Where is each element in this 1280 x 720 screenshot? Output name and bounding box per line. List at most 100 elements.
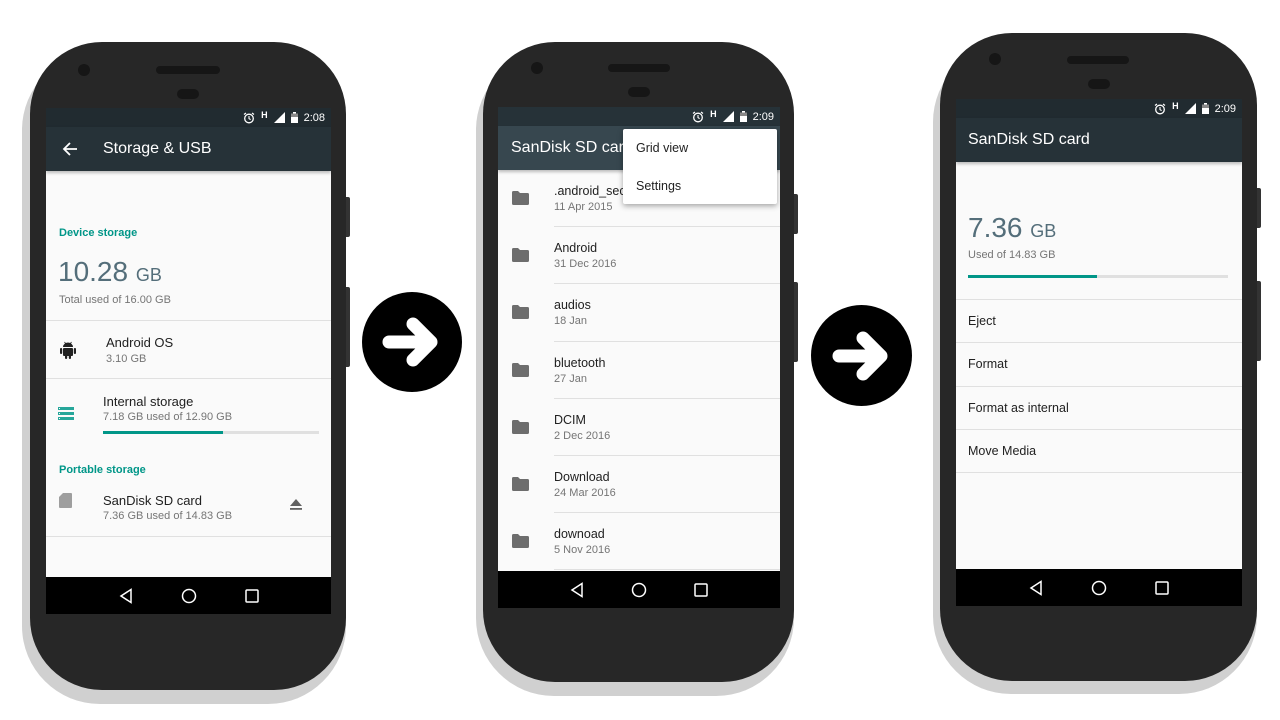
screen-sd-card-settings: H 2:09 SanDisk SD card 7.36 GB Used of 1… [956, 99, 1242, 606]
folder-date: 24 Mar 2016 [554, 487, 616, 499]
alarm-icon [1154, 103, 1166, 114]
nav-home-button[interactable] [627, 578, 651, 602]
folder-name: Android [554, 241, 598, 256]
circle-home-icon [1091, 580, 1107, 595]
nav-back-button[interactable] [565, 578, 589, 602]
nav-back-button[interactable] [114, 584, 138, 608]
triangle-back-icon [570, 581, 583, 598]
eject-button[interactable] [286, 494, 306, 514]
phone-3: H 2:09 SanDisk SD card 7.36 GB Used of 1… [940, 33, 1261, 681]
eject-icon [290, 499, 302, 510]
action-item[interactable]: Eject [956, 300, 1242, 344]
earpiece-speaker [608, 64, 670, 72]
overflow-menu: Grid view Settings [623, 129, 777, 204]
proximity-sensor [1088, 79, 1110, 89]
transition-arrow-1 [362, 292, 462, 392]
page-title: Storage & USB [103, 140, 212, 157]
action-item[interactable]: Move Media [956, 430, 1242, 474]
power-button[interactable] [346, 197, 350, 237]
device-used-value: 10.28 GB [58, 256, 162, 287]
volume-button[interactable] [1257, 281, 1261, 361]
list-item-sd-card[interactable]: SanDisk SD card 7.36 GB used of 14.83 GB [46, 482, 331, 536]
item-subtitle: 7.18 GB used of 12.90 GB [103, 411, 233, 423]
circle-home-icon [631, 582, 647, 597]
folder-icon [512, 191, 529, 205]
list-item-internal-storage[interactable]: Internal storage 7.18 GB used of 12.90 G… [46, 379, 331, 449]
folder-name: downoad [554, 527, 605, 542]
clock: 2:09 [1214, 102, 1236, 115]
power-button[interactable] [1257, 188, 1261, 228]
list-item-android-os[interactable]: Android OS 3.10 GB [46, 321, 331, 378]
network-type: H [261, 110, 268, 120]
alarm-icon [243, 112, 255, 123]
network-type: H [1172, 101, 1179, 111]
item-title: Android OS [106, 335, 174, 350]
screen-sd-card-files: H 2:09 SanDisk SD card Grid view Setting… [498, 107, 780, 608]
folder-name: bluetooth [554, 355, 606, 370]
signal-icon [1184, 103, 1196, 114]
action-item[interactable]: Format as internal [956, 387, 1242, 430]
square-recents-icon [244, 588, 259, 603]
folder-row[interactable]: Android 31 Dec 2016 [498, 227, 780, 285]
clock: 2:09 [752, 110, 774, 123]
status-bar: H 2:09 [956, 99, 1242, 118]
power-button[interactable] [794, 194, 798, 234]
folder-icon [512, 534, 529, 549]
item-title: Internal storage [103, 394, 194, 409]
section-device-storage: Device storage [59, 227, 138, 239]
folder-row[interactable]: bluetooth 27 Jan [498, 342, 780, 399]
device-total-text: Total used of 16.00 GB [59, 294, 171, 306]
nav-home-button[interactable] [177, 584, 201, 608]
app-bar: SanDisk SD card [956, 118, 1242, 162]
item-title: SanDisk SD card [103, 493, 202, 508]
front-camera [78, 64, 90, 76]
nav-home-button[interactable] [1087, 576, 1111, 600]
arrow-right-icon [382, 317, 438, 367]
nav-recents-button[interactable] [240, 584, 264, 608]
folder-name: Download [554, 470, 610, 484]
alarm-icon [692, 111, 704, 122]
status-bar: H 2:08 [46, 108, 331, 127]
storage-list-icon [58, 407, 74, 420]
screen-storage-usb: H 2:08 Storage & USB Device storage 10.2… [46, 108, 331, 614]
action-item[interactable]: Format [956, 343, 1242, 387]
volume-button[interactable] [794, 282, 798, 362]
phone-1: H 2:08 Storage & USB Device storage 10.2… [30, 42, 350, 690]
folder-row[interactable]: DCIM 2 Dec 2016 [498, 399, 780, 456]
folder-row[interactable]: Download 24 Mar 2016 [498, 456, 780, 514]
square-recents-icon [1155, 580, 1170, 595]
nav-back-button[interactable] [1024, 576, 1048, 600]
item-subtitle: 7.36 GB used of 14.83 GB [103, 510, 233, 522]
action-label: Format [968, 357, 1008, 372]
signal-icon [273, 112, 285, 123]
android-icon [60, 341, 76, 359]
arrow-right-icon [832, 331, 887, 380]
status-bar: H 2:09 [498, 107, 780, 126]
front-camera [531, 62, 543, 74]
proximity-sensor [628, 87, 650, 97]
nav-bar [46, 577, 331, 614]
section-portable-storage: Portable storage [59, 464, 146, 476]
folder-name: audios [554, 298, 591, 313]
earpiece-speaker [1067, 56, 1129, 64]
folder-row[interactable]: downoad 5 Nov 2016 [498, 513, 780, 571]
menu-item-grid-view[interactable]: Grid view [636, 141, 688, 155]
nav-recents-button[interactable] [1150, 576, 1174, 600]
divider [956, 472, 1242, 474]
triangle-back-icon [119, 587, 132, 604]
folder-date: 31 Dec 2016 [554, 258, 617, 271]
folder-date: 18 Jan [554, 315, 588, 328]
progress-fill [968, 275, 1097, 278]
divider [46, 536, 331, 537]
battery-icon [739, 111, 747, 122]
menu-item-settings[interactable]: Settings [636, 179, 681, 193]
square-recents-icon [694, 582, 708, 597]
earpiece-speaker [156, 66, 220, 74]
battery-icon [1201, 103, 1209, 114]
nav-recents-button[interactable] [689, 578, 713, 602]
volume-button[interactable] [346, 287, 350, 367]
folder-row[interactable]: audios 18 Jan [498, 284, 780, 342]
sd-card-icon [59, 493, 72, 508]
back-button[interactable] [58, 137, 82, 161]
action-label: Eject [968, 314, 996, 328]
